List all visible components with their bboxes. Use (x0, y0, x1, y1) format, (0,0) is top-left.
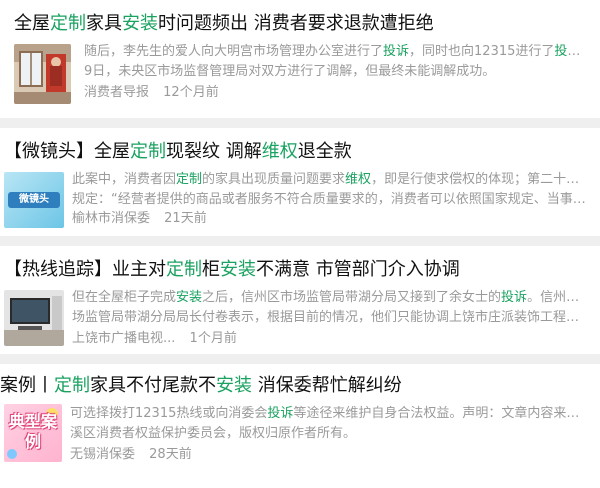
keyword-highlight: 投诉 (501, 290, 528, 305)
text-segment: 时问题频出 消费者要求退款遭拒绝 (158, 13, 434, 34)
text-segment: 柜 (202, 259, 220, 280)
text-segment: 全屋 (14, 13, 50, 34)
text-segment: 等途径来维护自身合法权益。声明：文章内容来源于梁 (293, 406, 590, 421)
article-snippet: 但在全屋柜子完成安装之后，信州区市场监管局带湖分局又接到了余女士的投诉。信州区市… (72, 288, 590, 328)
text-segment: 的家具出现质量问题要求 (202, 172, 346, 187)
text-segment: 场监管局带湖分局局长付卷表示，根据目前的情况，他们只能协调上饶市庄派装饰工程有.… (72, 310, 590, 325)
article-source[interactable]: 榆林市消保委 (72, 211, 150, 226)
keyword-highlight: 安装 (220, 259, 256, 280)
thumbnail-caption: 典型案例 (8, 412, 57, 451)
keyword-highlight: 安装 (216, 375, 252, 396)
office-tv-photo-icon (4, 290, 64, 346)
article-meta: 上饶市广播电视... 1个月前 (72, 330, 237, 348)
text-segment: 现裂纹 调解 (166, 141, 262, 162)
article-source[interactable]: 无锡消保委 (70, 447, 135, 462)
news-card[interactable]: 【微镜头】全屋定制现裂纹 调解维权退全款 微镜头 此案中，消费者因定制的家具出现… (0, 128, 600, 236)
text-segment: ，即是行使求偿权的体现；第二十四条 (371, 172, 590, 187)
keyword-highlight: 维权 (261, 141, 298, 162)
keyword-highlight: 投诉 (267, 406, 294, 421)
article-source[interactable]: 上饶市广播电视... (72, 331, 175, 346)
keyword-highlight: 投诉 (554, 44, 581, 59)
news-card[interactable]: 案例丨定制家具不付尾款不安装 消保委帮忙解纠纷 典型案例 可选择拨打12315热… (0, 364, 600, 488)
snippet-line: 场监管局带湖分局局长付卷表示，根据目前的情况，他们只能协调上饶市庄派装饰工程有.… (72, 308, 590, 328)
text-segment: 之后，信州区市场监管局带湖分局又接到了余女士的 (202, 290, 502, 305)
article-thumbnail[interactable] (14, 44, 71, 104)
article-snippet: 此案中，消费者因定制的家具出现质量问题要求维权，即是行使求偿权的体现；第二十四条… (72, 170, 590, 210)
text-segment: 消保委帮忙解纠纷 (252, 375, 402, 396)
keyword-highlight: 定制 (50, 13, 86, 34)
keyword-highlight: 定制 (176, 172, 203, 187)
keyword-highlight: 投诉 (383, 44, 410, 59)
article-meta: 消费者导报 12个月前 (84, 84, 219, 102)
text-segment: 9日，未央区市场监督管理局对双方进行了调解，但最终未能调解成功。 (84, 64, 496, 79)
text-segment: ，同时也向12315进行了 (409, 44, 555, 59)
news-card[interactable]: 【热线追踪】业主对定制柜安装不满意 市管部门介入协调 但在全屋柜子完成安装之后，… (0, 246, 600, 354)
text-segment: 溪区消费者权益保护委员会，版权归原作者所有。 (70, 426, 357, 441)
keyword-highlight: 安装 (176, 290, 203, 305)
article-snippet: 可选择拨打12315热线或向消委会投诉等途径来维护自身合法权益。声明：文章内容来… (70, 404, 590, 444)
text-segment: 。信州区市 (527, 290, 590, 305)
article-source[interactable]: 消费者导报 (84, 85, 149, 100)
text-segment: 。1月 (580, 44, 590, 59)
article-time: 1个月前 (189, 331, 237, 346)
snippet-line: 溪区消费者权益保护委员会，版权归原作者所有。 (70, 424, 590, 444)
text-segment: 此案中，消费者因 (72, 172, 177, 187)
snippet-line: 此案中，消费者因定制的家具出现质量问题要求维权，即是行使求偿权的体现；第二十四条 (72, 170, 590, 190)
article-time: 28天前 (149, 447, 192, 462)
text-segment: 家具 (86, 13, 122, 34)
keyword-highlight: 定制 (130, 141, 166, 162)
text-segment: 但在全屋柜子完成 (72, 290, 177, 305)
article-title[interactable]: 全屋定制家具安装时问题频出 消费者要求退款遭拒绝 (14, 12, 434, 36)
snippet-line: 但在全屋柜子完成安装之后，信州区市场监管局带湖分局又接到了余女士的投诉。信州区市 (72, 288, 590, 308)
keyword-highlight: 安装 (122, 13, 158, 34)
article-thumbnail[interactable] (4, 290, 64, 346)
text-segment: 【微镜头】全屋 (4, 141, 130, 162)
article-thumbnail[interactable]: 微镜头 (4, 172, 64, 228)
keyword-highlight: 定制 (166, 259, 202, 280)
keyword-highlight: 定制 (54, 375, 90, 396)
window-installation-photo-icon (14, 44, 71, 104)
news-card[interactable]: 全屋定制家具安装时问题频出 消费者要求退款遭拒绝 随后，李先生的爱人向大明宫市场… (0, 0, 600, 118)
article-meta: 榆林市消保委 21天前 (72, 210, 207, 228)
text-segment: 可选择拨打12315热线或向消委会 (70, 406, 268, 421)
article-title[interactable]: 案例丨定制家具不付尾款不安装 消保委帮忙解纠纷 (0, 374, 402, 398)
article-snippet: 随后，李先生的爱人向大明宫市场管理办公室进行了投诉，同时也向12315进行了投诉… (84, 42, 590, 82)
article-meta: 无锡消保委 28天前 (70, 446, 192, 464)
text-segment: 随后，李先生的爱人向大明宫市场管理办公室进行了 (84, 44, 384, 59)
article-title[interactable]: 【微镜头】全屋定制现裂纹 调解维权退全款 (4, 140, 352, 164)
article-thumbnail[interactable]: 典型案例 (4, 404, 62, 462)
article-title[interactable]: 【热线追踪】业主对定制柜安装不满意 市管部门介入协调 (4, 258, 460, 282)
keyword-highlight: 维权 (345, 172, 372, 187)
snippet-line: 随后，李先生的爱人向大明宫市场管理办公室进行了投诉，同时也向12315进行了投诉… (84, 42, 590, 62)
news-feed: 全屋定制家具安装时问题频出 消费者要求退款遭拒绝 随后，李先生的爱人向大明宫市场… (0, 0, 600, 488)
snippet-line: 9日，未央区市场监督管理局对双方进行了调解，但最终未能调解成功。 (84, 62, 590, 82)
text-segment: 【热线追踪】业主对 (4, 259, 166, 280)
snippet-line: 可选择拨打12315热线或向消委会投诉等途径来维护自身合法权益。声明：文章内容来… (70, 404, 590, 424)
article-time: 21天前 (164, 211, 207, 226)
text-segment: 规定：“经营者提供的商品或者服务不符合质量要求的，消费者可以依照国家规定、当事人… (72, 192, 590, 207)
text-segment: 案例丨 (0, 375, 54, 396)
thumbnail-caption: 微镜头 (19, 194, 49, 205)
text-segment: 不满意 市管部门介入协调 (256, 259, 460, 280)
text-segment: 退全款 (297, 141, 352, 162)
text-segment: 家具不付尾款不 (90, 375, 216, 396)
article-time: 12个月前 (163, 85, 219, 100)
snippet-line: 规定：“经营者提供的商品或者服务不符合质量要求的，消费者可以依照国家规定、当事人… (72, 190, 590, 210)
